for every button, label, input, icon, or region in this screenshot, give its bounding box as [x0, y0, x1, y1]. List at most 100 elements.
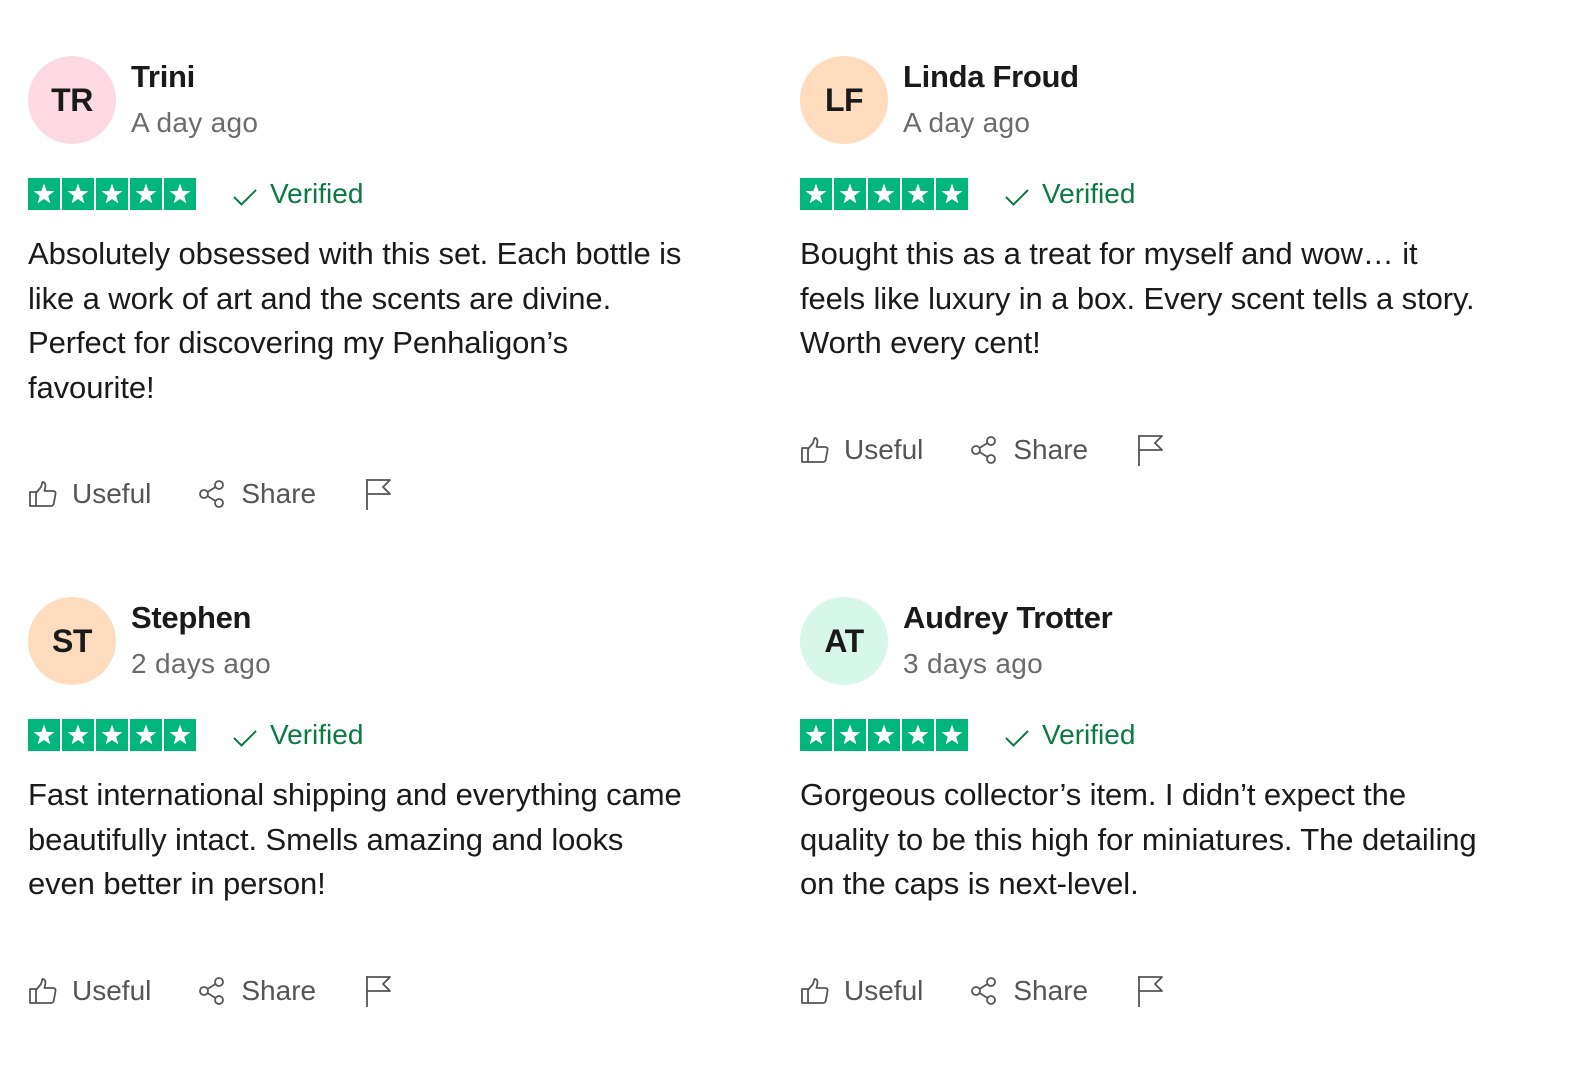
- star-icon: [130, 719, 162, 751]
- star-icon: [62, 719, 94, 751]
- rating-row: Verified: [28, 178, 728, 210]
- verified-label: Verified: [1042, 178, 1136, 209]
- avatar[interactable]: ST: [28, 597, 116, 685]
- useful-button[interactable]: Useful: [28, 975, 151, 1007]
- verified-badge[interactable]: Verified: [1004, 719, 1135, 751]
- report-button[interactable]: [364, 974, 392, 1008]
- reviewer-name[interactable]: Linda Froud: [903, 58, 1079, 96]
- review-header: ST Stephen 2 days ago: [28, 597, 728, 685]
- flag-icon: [1136, 974, 1164, 1008]
- star-rating: [28, 178, 196, 210]
- star-icon: [164, 719, 196, 751]
- share-button[interactable]: Share: [969, 975, 1088, 1007]
- review-card: AT Audrey Trotter 3 days ago Verified Go…: [800, 597, 1500, 1011]
- review-text: Gorgeous collector’s item. I didn’t expe…: [800, 777, 1477, 901]
- verified-badge[interactable]: Verified: [232, 719, 363, 751]
- review-header: LF Linda Froud A day ago: [800, 56, 1500, 144]
- checkmark-icon: [1004, 727, 1030, 749]
- star-icon: [96, 178, 128, 210]
- star-icon: [164, 178, 196, 210]
- useful-button[interactable]: Useful: [800, 434, 923, 466]
- star-icon: [834, 719, 866, 751]
- avatar[interactable]: LF: [800, 56, 888, 144]
- verified-badge[interactable]: Verified: [232, 178, 363, 210]
- useful-label: Useful: [844, 974, 924, 1006]
- star-rating: [800, 719, 968, 751]
- useful-button[interactable]: Useful: [800, 975, 923, 1007]
- star-icon: [936, 178, 968, 210]
- review-card: TR Trini A day ago Verified Absolutely o…: [28, 56, 728, 514]
- thumbs-up-icon: [28, 479, 58, 509]
- report-button[interactable]: [1136, 433, 1164, 467]
- review-actions: Useful Share: [800, 971, 1500, 1011]
- share-button[interactable]: Share: [197, 975, 316, 1007]
- reviewer-name[interactable]: Audrey Trotter: [903, 599, 1113, 637]
- rating-row: Verified: [800, 178, 1500, 210]
- share-label: Share: [1013, 974, 1089, 1006]
- verified-label: Verified: [1042, 719, 1136, 750]
- useful-label: Useful: [72, 478, 152, 509]
- useful-label: Useful: [844, 433, 924, 465]
- star-icon: [868, 178, 900, 210]
- share-button[interactable]: Share: [197, 478, 316, 510]
- star-icon: [28, 178, 60, 210]
- star-icon: [834, 178, 866, 210]
- reviewer-name[interactable]: Stephen: [131, 599, 271, 637]
- share-label: Share: [241, 478, 317, 509]
- reviews-grid: TR Trini A day ago Verified Absolutely o…: [0, 0, 1583, 1086]
- review-text: Absolutely obsessed with this set. Each …: [28, 236, 682, 405]
- review-date: 3 days ago: [903, 648, 1043, 679]
- share-label: Share: [241, 974, 317, 1006]
- avatar[interactable]: TR: [28, 56, 116, 144]
- star-icon: [96, 719, 128, 751]
- rating-row: Verified: [28, 719, 728, 751]
- share-icon: [969, 976, 999, 1006]
- share-icon: [197, 976, 227, 1006]
- star-rating: [28, 719, 196, 751]
- review-actions: Useful Share: [28, 971, 728, 1011]
- star-icon: [800, 719, 832, 751]
- review-header: TR Trini A day ago: [28, 56, 728, 144]
- review-actions: Useful Share: [800, 430, 1500, 470]
- review-date: A day ago: [903, 107, 1031, 138]
- review-card: ST Stephen 2 days ago Verified Fast inte…: [28, 597, 728, 1011]
- verified-label: Verified: [270, 719, 364, 750]
- checkmark-icon: [232, 727, 258, 749]
- avatar[interactable]: AT: [800, 597, 888, 685]
- star-icon: [902, 178, 934, 210]
- review-actions: Useful Share: [28, 474, 728, 514]
- useful-label: Useful: [72, 974, 152, 1006]
- star-icon: [868, 719, 900, 751]
- share-icon: [969, 435, 999, 465]
- star-icon: [800, 178, 832, 210]
- checkmark-icon: [232, 186, 258, 208]
- review-text: Bought this as a treat for myself and wo…: [800, 236, 1475, 360]
- star-rating: [800, 178, 968, 210]
- report-button[interactable]: [1136, 974, 1164, 1008]
- review-card: LF Linda Froud A day ago Verified Bought…: [800, 56, 1500, 470]
- flag-icon: [364, 477, 392, 511]
- star-icon: [936, 719, 968, 751]
- thumbs-up-icon: [800, 976, 830, 1006]
- verified-label: Verified: [270, 178, 364, 209]
- useful-button[interactable]: Useful: [28, 478, 151, 510]
- review-date: 2 days ago: [131, 648, 271, 679]
- review-header: AT Audrey Trotter 3 days ago: [800, 597, 1500, 685]
- review-text: Fast international shipping and everythi…: [28, 777, 682, 901]
- star-icon: [62, 178, 94, 210]
- review-date: A day ago: [131, 107, 259, 138]
- rating-row: Verified: [800, 719, 1500, 751]
- verified-badge[interactable]: Verified: [1004, 178, 1135, 210]
- thumbs-up-icon: [28, 976, 58, 1006]
- share-label: Share: [1013, 433, 1089, 465]
- thumbs-up-icon: [800, 435, 830, 465]
- share-button[interactable]: Share: [969, 434, 1088, 466]
- flag-icon: [1136, 433, 1164, 467]
- reviewer-name[interactable]: Trini: [131, 58, 258, 96]
- star-icon: [902, 719, 934, 751]
- checkmark-icon: [1004, 186, 1030, 208]
- star-icon: [28, 719, 60, 751]
- report-button[interactable]: [364, 477, 392, 511]
- flag-icon: [364, 974, 392, 1008]
- star-icon: [130, 178, 162, 210]
